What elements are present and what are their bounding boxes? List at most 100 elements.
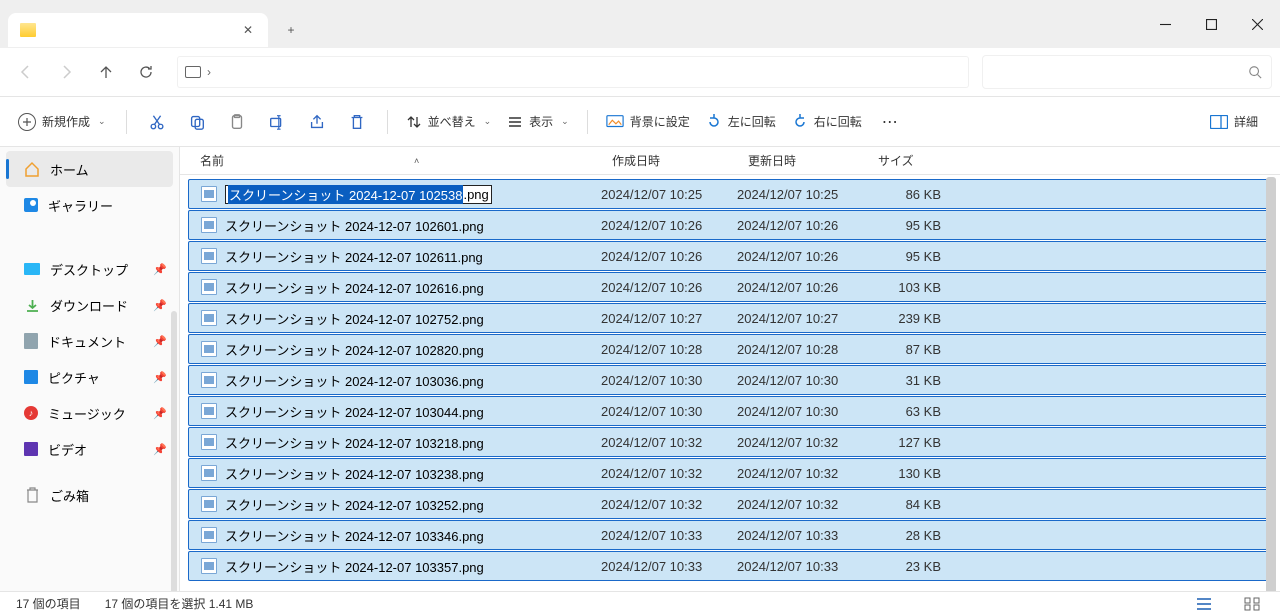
more-button[interactable]: ⋯	[870, 103, 910, 141]
file-row[interactable]: スクリーンショット 2024-12-07 103346.png2024/12/0…	[188, 520, 1272, 550]
main-scrollbar[interactable]	[1266, 177, 1276, 591]
file-row[interactable]: スクリーンショット 2024-12-07 102601.png2024/12/0…	[188, 210, 1272, 240]
chevron-right-icon: ›	[207, 65, 211, 79]
rotate-right-button[interactable]: 右に回転	[784, 105, 870, 139]
file-size: 87 KB	[867, 342, 941, 357]
sidebar-item-pic[interactable]: ピクチャ📌	[0, 359, 179, 395]
rotate-right-icon	[792, 114, 808, 130]
file-created: 2024/12/07 10:26	[601, 249, 737, 264]
maximize-button[interactable]	[1188, 0, 1234, 48]
search-box[interactable]	[982, 55, 1272, 89]
back-button[interactable]	[8, 54, 44, 90]
file-row[interactable]: スクリーンショット 2024-12-07 102611.png 2024/12/0…	[188, 241, 1272, 271]
minimize-button[interactable]	[1142, 0, 1188, 48]
chevron-down-icon: ⌄	[561, 116, 569, 127]
content-area: ホーム ギャラリー デスクトップ📌ダウンロード📌ドキュメント📌ピクチャ📌♪ミュー…	[0, 147, 1280, 591]
video-icon	[24, 442, 38, 456]
up-button[interactable]	[88, 54, 124, 90]
new-tab-button[interactable]: +	[274, 13, 308, 47]
sidebar-item-gallery[interactable]: ギャラリー	[0, 187, 179, 223]
sidebar-scrollbar[interactable]	[171, 311, 177, 591]
thumbnails-view-button[interactable]	[1240, 595, 1264, 613]
image-file-icon	[201, 558, 217, 574]
file-row[interactable]: スクリーンショット 2024-12-07 103357.png2024/12/0…	[188, 551, 1272, 581]
sidebar-item-music[interactable]: ♪ミュージック📌	[0, 395, 179, 431]
file-size: 127 KB	[867, 435, 941, 450]
set-background-button[interactable]: 背景に設定	[598, 105, 698, 139]
view-button[interactable]: 表示 ⌄	[499, 105, 577, 139]
trash-icon	[24, 487, 40, 503]
new-label: 新規作成	[42, 113, 90, 130]
pin-icon: 📌	[153, 407, 167, 420]
file-name: スクリーンショット 2024-12-07 103218.png	[225, 433, 484, 452]
file-row[interactable]: スクリーンショット 2024-12-07 103238.png2024/12/0…	[188, 458, 1272, 488]
file-size: 63 KB	[867, 404, 941, 419]
column-name[interactable]: 名前˄	[200, 152, 612, 169]
delete-button[interactable]	[337, 103, 377, 141]
file-created: 2024/12/07 10:30	[601, 373, 737, 388]
file-size: 239 KB	[867, 311, 941, 326]
file-modified: 2024/12/07 10:27	[737, 311, 867, 326]
navigation-bar: ›	[0, 48, 1280, 97]
sidebar-item-trash[interactable]: ごみ箱	[0, 477, 179, 513]
address-bar[interactable]: ›	[176, 55, 970, 89]
file-row[interactable]: スクリーンショット 2024-12-07 103044.png2024/12/0…	[188, 396, 1272, 426]
pin-icon: 📌	[153, 371, 167, 384]
sidebar-item-home[interactable]: ホーム	[6, 151, 173, 187]
file-row[interactable]: スクリーンショット 2024-12-07 102616.png 2024/12/0…	[188, 272, 1272, 302]
chevron-down-icon: ⌄	[484, 116, 492, 127]
rotate-left-button[interactable]: 左に回転	[698, 105, 784, 139]
file-name: スクリーンショット 2024-12-07 103036.png	[225, 371, 484, 390]
details-pane-button[interactable]: 詳細	[1202, 105, 1266, 139]
file-name: スクリーンショット 2024-12-07 102616.png	[225, 278, 484, 297]
file-created: 2024/12/07 10:32	[601, 466, 737, 481]
gallery-icon	[24, 198, 38, 212]
search-icon	[1248, 65, 1262, 79]
column-created[interactable]: 作成日時	[612, 152, 748, 169]
sidebar-item-download[interactable]: ダウンロード📌	[0, 287, 179, 323]
sidebar-item-doc[interactable]: ドキュメント📌	[0, 323, 179, 359]
file-rows: スクリーンショット 2024-12-07 102538.png 2024/12/0…	[180, 175, 1280, 591]
sort-button[interactable]: 並べ替え ⌄	[398, 105, 500, 139]
cut-button[interactable]	[137, 103, 177, 141]
navigation-sidebar: ホーム ギャラリー デスクトップ📌ダウンロード📌ドキュメント📌ピクチャ📌♪ミュー…	[0, 147, 180, 591]
wallpaper-icon	[606, 114, 624, 130]
file-created: 2024/12/07 10:30	[601, 404, 737, 419]
file-size: 84 KB	[867, 497, 941, 512]
file-created: 2024/12/07 10:26	[601, 280, 737, 295]
column-size[interactable]: サイズ	[878, 152, 955, 169]
close-window-button[interactable]	[1234, 0, 1280, 48]
copy-button[interactable]	[177, 103, 217, 141]
file-name: スクリーンショット 2024-12-07 102611.png	[225, 247, 483, 266]
file-row[interactable]: スクリーンショット 2024-12-07 103036.png 2024/12/0…	[188, 365, 1272, 395]
file-row[interactable]: スクリーンショット 2024-12-07 102820.png2024/12/0…	[188, 334, 1272, 364]
file-row[interactable]: スクリーンショット 2024-12-07 102538.png2024/12/0…	[188, 179, 1272, 209]
rename-input[interactable]: スクリーンショット 2024-12-07 102538.png	[225, 185, 492, 204]
new-button[interactable]: 新規作成 ⌄	[14, 105, 116, 139]
image-file-icon	[201, 434, 217, 450]
sidebar-item-desktop[interactable]: デスクトップ📌	[0, 251, 179, 287]
tab-folder-icon	[20, 23, 36, 37]
column-modified[interactable]: 更新日時	[748, 152, 878, 169]
window-tab[interactable]: ✕	[8, 13, 268, 47]
rename-button[interactable]	[257, 103, 297, 141]
file-row[interactable]: スクリーンショット 2024-12-07 103218.png2024/12/0…	[188, 427, 1272, 457]
file-list-panel: 名前˄ 作成日時 更新日時 サイズ スクリーンショット 2024-12-07 1…	[180, 147, 1280, 591]
title-bar: ✕ +	[0, 0, 1280, 48]
image-file-icon	[201, 527, 217, 543]
file-created: 2024/12/07 10:33	[601, 528, 737, 543]
file-row[interactable]: スクリーンショット 2024-12-07 103252.png2024/12/0…	[188, 489, 1272, 519]
paste-button[interactable]	[217, 103, 257, 141]
pin-icon: 📌	[153, 263, 167, 276]
file-modified: 2024/12/07 10:33	[737, 528, 867, 543]
details-view-button[interactable]	[1192, 595, 1216, 613]
tab-close-button[interactable]: ✕	[240, 23, 256, 37]
music-icon: ♪	[24, 406, 38, 420]
file-row[interactable]: スクリーンショット 2024-12-07 102752.png2024/12/0…	[188, 303, 1272, 333]
sidebar-item-video[interactable]: ビデオ📌	[0, 431, 179, 467]
share-button[interactable]	[297, 103, 337, 141]
forward-button[interactable]	[48, 54, 84, 90]
column-headers: 名前˄ 作成日時 更新日時 サイズ	[180, 147, 1280, 175]
refresh-button[interactable]	[128, 54, 164, 90]
image-file-icon	[201, 279, 217, 295]
